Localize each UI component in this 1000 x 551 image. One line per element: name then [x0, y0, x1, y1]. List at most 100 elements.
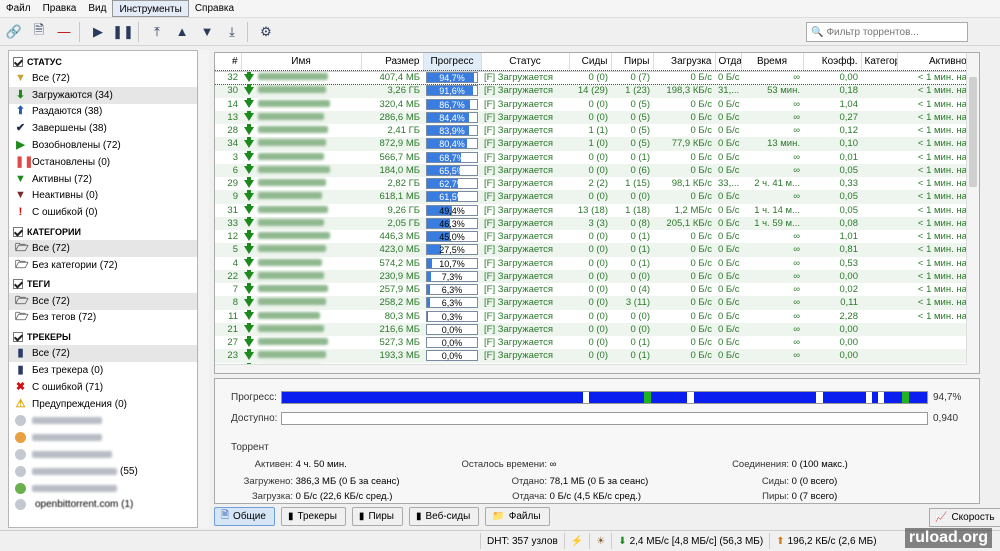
trackers-section-header[interactable]: ТРЕКЕРЫ	[9, 328, 197, 345]
torrent-row[interactable]: 11 80,3 МБ 0,3% [F] Загружается 0 (0) 0 (0) 0 …	[215, 309, 979, 323]
folder-icon: 📁	[492, 511, 505, 522]
column-header[interactable]: Статус	[481, 53, 570, 72]
speed-button[interactable]: 📈 Скорость	[929, 508, 1000, 527]
torrent-row[interactable]: 27 527,3 МБ 0,0% [F] Загружается 0 (0) 0 (1) 0…	[215, 336, 979, 349]
torrent-row[interactable]: 6 184,0 МБ 65,5% [F] Загружается 0 (0) 0 (6) 0…	[215, 163, 979, 177]
pause-icon[interactable]: ❚❚	[112, 21, 134, 43]
torrent-row[interactable]: 7 257,9 МБ 6,3% [F] Загружается 0 (0) 0 (4) 0 …	[215, 283, 979, 296]
torrent-row[interactable]: 22 230,9 МБ 7,3% [F] Загружается 0 (0) 0 (0) 0…	[215, 269, 979, 283]
checkbox-icon[interactable]	[13, 331, 23, 342]
status-filter-item[interactable]: ! С ошибкой (0)	[9, 204, 197, 221]
torrent-row[interactable]: 33 2,05 ГБ 46,3% [F] Загружается 3 (3) 0 (8) 2…	[215, 216, 979, 230]
column-header[interactable]: Коэфф.	[803, 53, 862, 72]
tracker-filter-item[interactable]: (55)	[9, 463, 197, 480]
column-header[interactable]: Имя	[241, 53, 362, 72]
sidebar-scrollbar[interactable]	[199, 50, 209, 528]
tags-section-header[interactable]: ТЕГИ	[9, 276, 197, 293]
add-link-icon[interactable]: 🔗	[3, 21, 25, 43]
list-scrollbar[interactable]	[966, 53, 979, 373]
column-header[interactable]: #	[215, 53, 242, 72]
status-filter-item[interactable]: ⬆ Раздаются (38)	[9, 104, 197, 121]
torrent-row[interactable]: 31 9,26 ГБ 49,4% [F] Загружается 13 (18) 1 (1…	[215, 203, 979, 217]
torrent-row[interactable]: 9 618,1 МБ 61,5% [F] Загружается 0 (0) 0 (0) 0…	[215, 190, 979, 204]
torrent-filter-search[interactable]: 🔍	[806, 22, 968, 42]
torrent-row[interactable]: 21 216,6 МБ 0,0% [F] Загружается 0 (0) 0 (0) 0…	[215, 322, 979, 336]
column-header[interactable]: Размер	[361, 53, 424, 72]
column-header[interactable]: Прогресс	[423, 53, 482, 72]
category-filter-item[interactable]: 🗁 Все (72)	[9, 240, 197, 257]
tag-filter-item[interactable]: 🗁 Все (72)	[9, 292, 197, 310]
move-up-icon[interactable]: ▲	[171, 21, 193, 43]
move-bottom-icon[interactable]: ⤓	[221, 21, 243, 43]
scroll-thumb[interactable]	[969, 77, 977, 187]
tab-general[interactable]: 🗎 Общие	[214, 507, 275, 526]
menu-tools[interactable]: Инструменты	[112, 0, 189, 17]
tracker-filter-item[interactable]: openbittorrent.com (1)	[9, 497, 197, 514]
tab-files[interactable]: 📁 Файлы	[485, 507, 550, 526]
torrent-row[interactable]: 29 2,82 ГБ 62,7% [F] Загружается 2 (2) 1 (15)…	[215, 177, 979, 190]
torrent-row[interactable]: 23 193,3 МБ 0,0% [F] Загружается 0 (0) 0 (1) 0…	[215, 349, 979, 363]
tag-filter-item[interactable]: 🗁 Без тегов (72)	[9, 310, 197, 327]
tracker-filter-item[interactable]: ▮ Все (72)	[9, 345, 197, 363]
checkbox-icon[interactable]	[13, 226, 23, 237]
status-filter-item[interactable]: ▼ Активны (72)	[9, 171, 197, 188]
column-header[interactable]: Отдача	[715, 53, 742, 72]
tracker-filter-item[interactable]	[9, 429, 197, 446]
checkbox-icon[interactable]	[13, 279, 23, 290]
torrent-row[interactable]: 5 423,0 МБ 27,5% [F] Загружается 0 (0) 0 (1) 0…	[215, 243, 979, 257]
move-top-icon[interactable]: ⤒	[146, 21, 168, 43]
status-filter-item[interactable]: ▶ Возобновлены (72)	[9, 137, 197, 154]
torrent-row[interactable]: 13 286,6 МБ 84,4% [F] Загружается 0 (0) 0 (5)…	[215, 110, 979, 124]
remove-icon[interactable]: —	[53, 21, 75, 43]
add-file-icon[interactable]: 🗎	[28, 21, 50, 43]
settings-gear-icon[interactable]: ⚙	[255, 21, 277, 43]
tracker-filter-item[interactable]	[9, 413, 197, 430]
resume-icon[interactable]: ▶	[87, 21, 109, 43]
status-filter-item[interactable]: ▼ Неактивны (0)	[9, 188, 197, 205]
categories-section-header[interactable]: КАТЕГОРИИ	[9, 223, 197, 240]
tracker-filter-item[interactable]: ⚠ Предупреждения (0)	[9, 396, 197, 413]
search-input[interactable]	[826, 26, 965, 38]
torrent-ratio: 0,33	[839, 178, 859, 190]
status-section-header[interactable]: СТАТУС	[9, 53, 197, 70]
column-header[interactable]: Время	[741, 53, 804, 72]
torrent-row[interactable]: 28 2,41 ГБ 83,9% [F] Загружается 1 (1) 0 (5) 0…	[215, 124, 979, 137]
upload-speed-status[interactable]: ⬆ 196,2 КБ/с (2,6 МБ)	[769, 533, 882, 549]
tag-filter-label: Без тегов (72)	[32, 312, 97, 324]
tracker-filter-item[interactable]: ▮ Без трекера (0)	[9, 362, 197, 379]
tab-trackers[interactable]: ▮ Трекеры	[280, 507, 346, 526]
column-header[interactable]: Категор	[861, 53, 898, 72]
menu-help[interactable]: Справка	[189, 0, 240, 17]
status-filter-item[interactable]: ▼ Все (72)	[9, 70, 197, 87]
torrent-row[interactable]: 3 566,7 МБ 68,7% [F] Загружается 0 (0) 0 (1) 0…	[215, 150, 979, 164]
torrent-row[interactable]: 32 407,4 МБ 94,7% [F] Загружается 0 (0) 0 (7)…	[215, 69, 979, 86]
tab-peers[interactable]: ▮ Пиры	[351, 507, 403, 526]
tracker-filter-item[interactable]	[9, 480, 197, 497]
checkbox-icon[interactable]	[13, 56, 23, 67]
torrent-row[interactable]: 8 258,2 МБ 6,3% [F] Загружается 0 (0) 3 (11) 0…	[215, 296, 979, 310]
horizontal-scrollbar[interactable]	[215, 364, 967, 373]
torrent-row[interactable]: 4 574,2 МБ 10,7% [F] Загружается 0 (0) 0 (1) 0…	[215, 256, 979, 270]
status-filter-item[interactable]: ❚❚ Остановлены (0)	[9, 154, 197, 171]
menu-file[interactable]: Файл	[0, 0, 37, 17]
status-filter-item[interactable]: ✔ Завершены (38)	[9, 120, 197, 137]
column-header[interactable]: Загрузка	[653, 53, 716, 72]
upload-arrow-icon: ⬆	[15, 105, 26, 118]
torrent-row[interactable]: 34 872,9 МБ 80,4% [F] Загружается 1 (0) 0 (5)…	[215, 137, 979, 151]
move-down-icon[interactable]: ▼	[196, 21, 218, 43]
menu-edit[interactable]: Правка	[37, 0, 83, 17]
column-header[interactable]: Сиды	[569, 53, 612, 72]
alt-speed-icon[interactable]: ☀	[589, 533, 611, 549]
torrent-row[interactable]: 30 3,26 ГБ 91,6% [F] Загружается 14 (29) 1 (2…	[215, 84, 979, 98]
torrent-row[interactable]: 12 446,3 МБ 45,0% [F] Загружается 0 (0) 0 (1)…	[215, 230, 979, 243]
category-filter-item[interactable]: 🗁 Без категории (72)	[9, 257, 197, 274]
column-header[interactable]: Пиры	[611, 53, 654, 72]
status-filter-item[interactable]: ⬇ Загружаются (34)	[9, 86, 197, 104]
connection-status-icon[interactable]: ⚡	[563, 533, 589, 549]
menu-view[interactable]: Вид	[82, 0, 112, 17]
tab-webseeds[interactable]: ▮ Веб-сиды	[408, 507, 480, 526]
tracker-filter-item[interactable]	[9, 446, 197, 463]
download-speed-status[interactable]: ⬇ 2,4 МБ/с [4,8 МБ/с] (56,3 МБ)	[611, 533, 769, 549]
torrent-row[interactable]: 14 320,4 МБ 86,7% [F] Загружается 0 (0) 0 (5)…	[215, 97, 979, 111]
tracker-filter-item[interactable]: ✖ С ошибкой (71)	[9, 379, 197, 396]
